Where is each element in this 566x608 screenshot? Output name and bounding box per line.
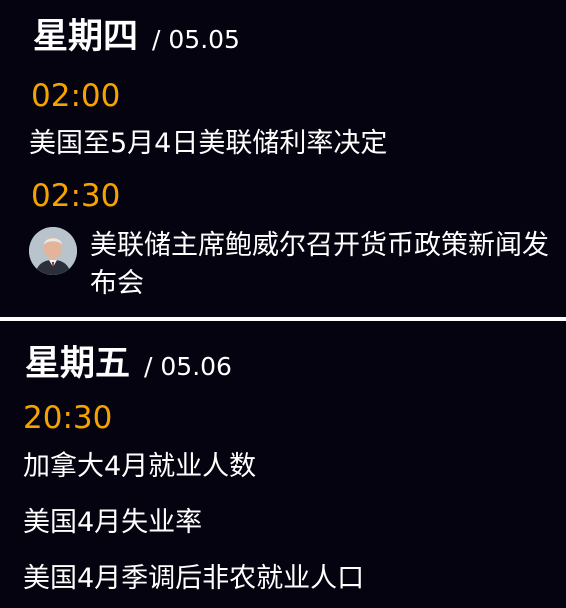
event-title[interactable]: 美国至5月4日美联储利率决定 [29,130,387,157]
person-avatar-icon [29,227,77,275]
friday-panel: 星期五 / 05.06 20:30 加拿大4月就业人数 美国4月失业率 美国4月季… [0,321,566,608]
event-title[interactable]: 加拿大4月就业人数 [23,453,256,480]
day-date: / 05.05 [152,25,240,54]
event-title[interactable]: 美国4月季调后非农就业人口 [23,565,364,592]
day-title: 星期四 [33,17,139,57]
thursday-header: 星期四 / 05.05 [33,20,240,55]
friday-header: 星期五 / 05.06 [25,347,232,382]
event-title[interactable]: 美联储主席鲍威尔召开货币政策新闻发布会 [90,227,550,303]
day-date: / 05.06 [144,352,232,381]
person-avatar [29,227,77,275]
event-time: 02:30 [31,178,121,214]
event-time: 20:30 [23,400,113,436]
day-title: 星期五 [25,344,131,384]
thursday-panel: 星期四 / 05.05 02:00 美国至5月4日美联储利率决定 02:30 美联… [0,0,566,317]
event-time: 02:00 [31,78,121,114]
event-title[interactable]: 美国4月失业率 [23,509,202,536]
